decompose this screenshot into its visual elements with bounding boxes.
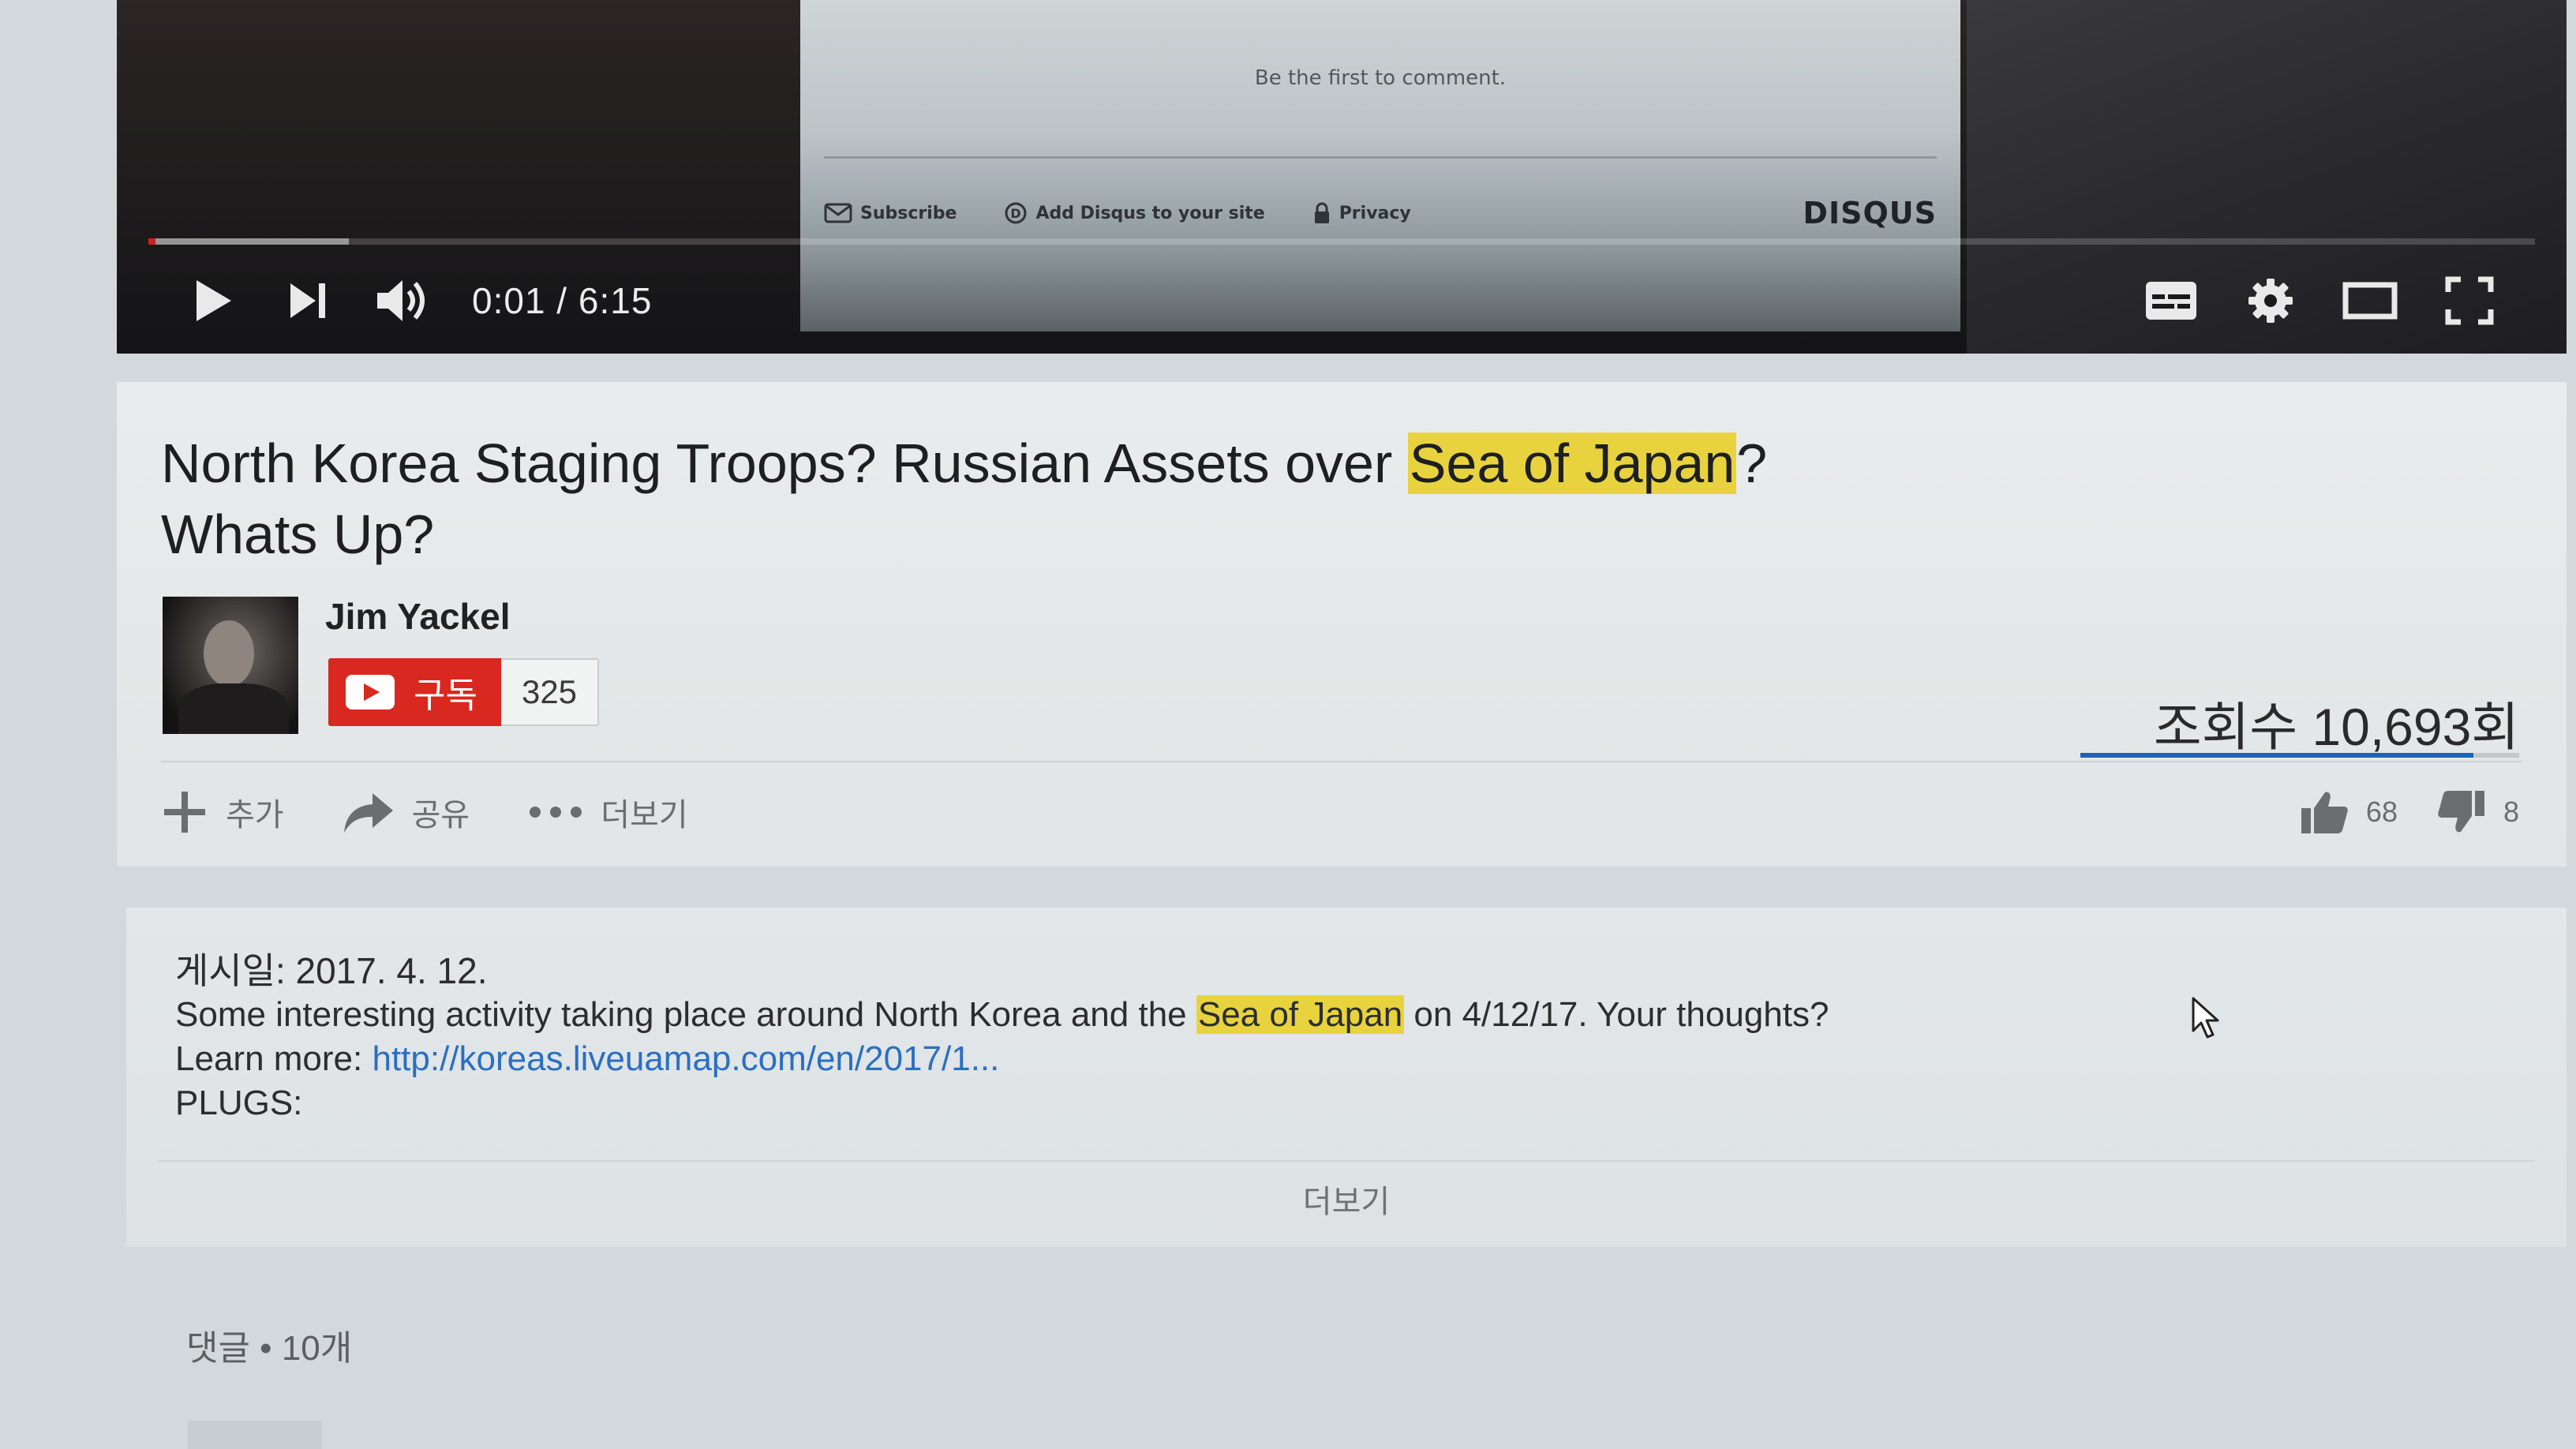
description-body: 게시일: 2017. 4. 12. Some interesting activ… [175, 949, 2464, 1125]
disqus-divider [824, 156, 1937, 159]
theater-mode-icon [2342, 282, 2398, 320]
gear-icon [2248, 279, 2293, 323]
like-button[interactable]: 68 [2300, 789, 2398, 835]
more-actions-label: 더보기 [601, 798, 688, 833]
description-divider [158, 1160, 2535, 1162]
share-icon [343, 793, 393, 833]
like-count: 68 [2365, 796, 2398, 828]
more-dots-icon [530, 807, 582, 818]
lock-icon [1314, 202, 1329, 223]
disqus-footer: Subscribe D Add Disqus to your site Priv… [824, 196, 1937, 230]
plugs-text: PLUGS: [175, 1084, 303, 1122]
progress-played [148, 238, 156, 245]
subscribe-label: 구독 [414, 676, 477, 715]
learn-more-label: Learn more: [175, 1039, 373, 1078]
video-info-card: North Korea Staging Troops? Russian Asse… [117, 382, 2567, 867]
dislike-count: 8 [2503, 796, 2519, 828]
description-card: 게시일: 2017. 4. 12. Some interesting activ… [126, 908, 2567, 1247]
title-highlight: Sea of Japan [1407, 432, 1737, 494]
volume-icon [377, 280, 425, 321]
channel-avatar[interactable] [163, 597, 298, 734]
avatar-body [178, 683, 289, 734]
like-ratio-bar [2080, 753, 2519, 758]
title-text-start: North Korea Staging Troops? Russian Asse… [161, 432, 1408, 494]
disqus-add-link[interactable]: D Add Disqus to your site [1004, 201, 1265, 225]
add-to-label: 추가 [226, 798, 284, 833]
view-count: 조회수 10,693회 [2153, 698, 2519, 756]
learn-more-link[interactable]: http://koreas.liveuamap.com/en/2017/1... [372, 1039, 999, 1078]
disqus-subscribe-link[interactable]: Subscribe [824, 203, 957, 223]
dislike-button[interactable]: 8 [2437, 789, 2519, 835]
play-button[interactable] [166, 257, 260, 344]
subtitles-icon [2146, 282, 2196, 320]
volume-button[interactable] [355, 257, 450, 344]
plus-icon [164, 792, 205, 833]
description-highlight: Sea of Japan [1196, 995, 1405, 1034]
share-label: 공유 [411, 798, 470, 833]
description-text-end: on 4/12/17. Your thoughts? [1404, 995, 1829, 1034]
next-icon [290, 283, 325, 318]
subscribe-widget: 구독 325 [328, 658, 600, 726]
title-line-2: Whats Up? [161, 504, 435, 565]
time-display: 0:01 / 6:15 [472, 280, 653, 321]
progress-buffered [148, 238, 350, 245]
info-divider [161, 761, 2522, 762]
disqus-add-label: Add Disqus to your site [1035, 203, 1265, 223]
fullscreen-button[interactable] [2420, 257, 2519, 344]
player-controls: 0:01 / 6:15 [117, 257, 2567, 344]
next-button[interactable] [260, 257, 355, 344]
video-title: North Korea Staging Troops? Russian Asse… [161, 428, 2055, 570]
envelope-icon [824, 203, 852, 223]
published-date: 게시일: 2017. 4. 12. [175, 950, 488, 991]
description-text-start: Some interesting activity taking place a… [175, 995, 1196, 1034]
disqus-subscribe-label: Subscribe [860, 203, 957, 223]
more-actions-button[interactable]: 더보기 [528, 789, 688, 835]
settings-button[interactable] [2221, 257, 2320, 344]
fullscreen-icon [2445, 276, 2494, 325]
disqus-first-comment-text: Be the first to comment. [1254, 66, 1507, 90]
theater-mode-button[interactable] [2320, 257, 2420, 344]
learn-more-line: Learn more: http://koreas.liveuamap.com/… [175, 1037, 2464, 1081]
disqus-logo-icon: D [1005, 202, 1027, 224]
youtube-logo-icon [346, 675, 395, 710]
comments-header: 댓글 • 10개 [186, 1329, 353, 1368]
disqus-privacy-label: Privacy [1339, 203, 1411, 223]
svg-text:D: D [1011, 206, 1021, 221]
subtitles-button[interactable] [2121, 257, 2221, 344]
action-bar: 추가 공유 더보기 [161, 784, 747, 840]
show-more-button[interactable]: 더보기 [126, 1176, 2567, 1222]
like-ratio-fill [2080, 753, 2473, 758]
thumbs-up-icon [2301, 792, 2348, 833]
channel-name[interactable]: Jim Yackel [325, 595, 510, 638]
description-text: Some interesting activity taking place a… [175, 993, 2464, 1037]
avatar-face [204, 620, 254, 687]
comment-sort-button[interactable] [188, 1421, 322, 1449]
subscriber-count: 325 [500, 658, 600, 726]
share-button[interactable]: 공유 [343, 789, 470, 835]
mouse-cursor-icon [2192, 997, 2219, 1039]
rating-bar: 68 8 [2260, 784, 2519, 840]
subscribe-button[interactable]: 구독 [328, 658, 501, 726]
thumbs-down-icon [2438, 791, 2484, 833]
progress-bar[interactable] [148, 238, 2535, 245]
play-icon [197, 280, 231, 321]
title-text-end: ? [1736, 432, 1768, 494]
video-player[interactable]: Be the first to comment. Subscribe D Add… [117, 0, 2567, 354]
disqus-brand: DISQUS [1803, 196, 1937, 230]
disqus-privacy-link[interactable]: Privacy [1312, 201, 1411, 225]
add-to-button[interactable]: 추가 [161, 788, 284, 836]
